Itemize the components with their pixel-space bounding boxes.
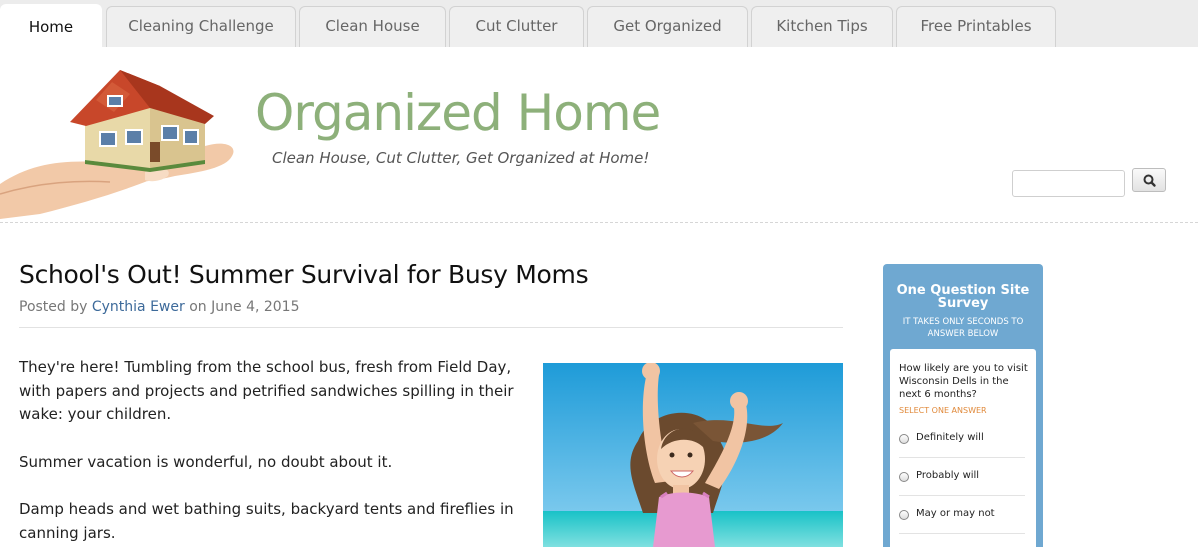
survey-subtitle: IT TAKES ONLY SECONDS TO ANSWER BELOW [902,317,1024,339]
option-label: Definitely will [916,432,984,443]
byline-prefix: Posted by [19,299,88,315]
author-link[interactable]: Cynthia Ewer [92,299,185,315]
tab-cut-clutter[interactable]: Cut Clutter [449,6,584,47]
radio-button[interactable] [899,472,909,482]
survey-widget: One Question Site Survey IT TAKES ONLY S… [883,264,1043,547]
header-divider [0,222,1198,223]
tab-home[interactable]: Home [0,4,102,47]
girl-at-beach-photo [543,363,843,547]
post-title[interactable]: School's Out! Summer Survival for Busy M… [19,260,589,289]
survey-option-probably-will[interactable]: Probably will [899,469,1025,489]
post-byline: Posted by Cynthia Ewer on June 4, 2015 [19,299,300,315]
option-label: May or may not [916,508,995,519]
top-navigation: Home Cleaning Challenge Clean House Cut … [0,0,1198,47]
byline-on: on [189,299,207,315]
site-title[interactable]: Organized Home [255,84,661,142]
post-date: June 4, 2015 [211,299,300,315]
option-divider [899,533,1025,534]
tab-cleaning-challenge[interactable]: Cleaning Challenge [106,6,296,47]
article-paragraph: They're here! Tumbling from the school b… [19,358,514,423]
magnifier-icon [1143,174,1156,187]
survey-card: How likely are you to visit Wisconsin De… [890,349,1036,547]
radio-button[interactable] [899,434,909,444]
survey-option-may-or-may-not[interactable]: May or may not [899,507,1025,527]
tab-get-organized[interactable]: Get Organized [587,6,748,47]
survey-question: How likely are you to visit Wisconsin De… [899,363,1028,400]
option-divider [899,495,1025,496]
option-divider [899,457,1025,458]
title-divider [19,327,843,328]
survey-title: One Question Site Survey [896,283,1030,311]
house-in-hand-logo[interactable] [0,64,240,219]
survey-option-definitely-will[interactable]: Definitely will [899,431,1025,451]
radio-button[interactable] [899,510,909,520]
search-button[interactable] [1132,168,1166,192]
tab-kitchen-tips[interactable]: Kitchen Tips [751,6,893,47]
site-tagline: Clean House, Cut Clutter, Get Organized … [272,149,650,167]
article-paragraph: Damp heads and wet bathing suits, backya… [19,500,514,542]
search-input[interactable] [1012,170,1125,197]
article-paragraph: Summer vacation is wonderful, no doubt a… [19,453,393,471]
tab-free-printables[interactable]: Free Printables [896,6,1056,47]
survey-hint: SELECT ONE ANSWER [899,406,987,415]
tab-clean-house[interactable]: Clean House [299,6,446,47]
option-label: Probably will [916,470,980,481]
